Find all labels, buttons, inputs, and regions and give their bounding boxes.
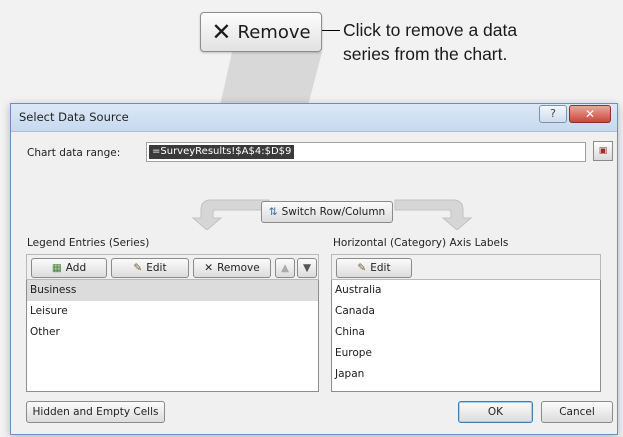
edit-icon: ✎: [357, 262, 367, 274]
callout-remove-button: ✕ Remove: [200, 12, 322, 52]
list-item[interactable]: Business: [27, 280, 318, 301]
add-series-button[interactable]: ▦ Add: [31, 258, 107, 278]
cancel-button[interactable]: Cancel: [541, 401, 613, 423]
ok-button[interactable]: OK: [458, 401, 533, 423]
list-item[interactable]: Other: [27, 322, 318, 343]
hidden-empty-cells-label: Hidden and Empty Cells: [32, 406, 159, 418]
axis-toolbar: ✎ Edit: [331, 254, 601, 280]
add-icon: ▦: [51, 262, 62, 274]
dialog-titlebar: Select Data Source ? ✕: [11, 104, 617, 132]
help-button[interactable]: ?: [539, 105, 567, 123]
list-item[interactable]: Australia: [332, 280, 600, 301]
axis-labels-heading: Horizontal (Category) Axis Labels: [333, 237, 509, 249]
list-item[interactable]: China: [332, 322, 600, 343]
dialog-title: Select Data Source: [19, 110, 129, 124]
hidden-empty-cells-button[interactable]: Hidden and Empty Cells: [26, 401, 165, 423]
edit-axis-label: Edit: [370, 262, 391, 274]
list-item[interactable]: Japan: [332, 364, 600, 385]
move-down-icon[interactable]: ▼: [297, 258, 317, 278]
cancel-label: Cancel: [559, 406, 595, 418]
ok-label: OK: [487, 406, 504, 418]
arrow-right-icon: [394, 199, 473, 230]
remove-series-label: Remove: [217, 262, 260, 274]
list-item[interactable]: Leisure: [27, 301, 318, 322]
close-x-icon: ✕: [211, 18, 232, 46]
collapse-dialog-icon[interactable]: ▣: [593, 141, 613, 161]
chart-range-label: Chart data range:: [27, 147, 121, 159]
remove-icon: ✕: [204, 262, 214, 274]
edit-series-label: Edit: [146, 262, 167, 274]
select-data-source-dialog: Select Data Source ? ✕ Chart data range:…: [10, 103, 618, 435]
list-item[interactable]: Europe: [332, 343, 600, 364]
switch-row-column-button[interactable]: ⇅ Switch Row/Column: [261, 201, 393, 223]
add-series-label: Add: [65, 262, 87, 274]
switch-icon: ⇅: [268, 206, 278, 218]
callout-leader-line: [322, 30, 340, 31]
move-up-icon[interactable]: ▲: [275, 258, 295, 278]
edit-icon: ✎: [133, 262, 143, 274]
close-button[interactable]: ✕: [569, 105, 611, 123]
callout-remove-label: Remove: [237, 21, 311, 43]
legend-toolbar: ▦ Add ✎ Edit ✕ Remove ▲ ▼: [26, 254, 319, 280]
chart-range-input[interactable]: =SurveyResults!$A$4:$D$9: [146, 142, 586, 162]
callout-text: Click to remove a data series from the c…: [343, 18, 623, 66]
chart-range-value: =SurveyResults!$A$4:$D$9: [149, 145, 295, 159]
edit-axis-button[interactable]: ✎ Edit: [336, 258, 412, 278]
arrow-left-icon: [191, 199, 270, 230]
edit-series-button[interactable]: ✎ Edit: [111, 258, 189, 278]
switch-row-column-label: Switch Row/Column: [281, 206, 386, 218]
callout-text-line1: Click to remove a data: [343, 20, 518, 40]
legend-entries-list: Business Leisure Other: [26, 280, 319, 392]
legend-entries-heading: Legend Entries (Series): [27, 237, 150, 249]
callout-text-line2: series from the chart.: [343, 44, 508, 64]
list-item[interactable]: Canada: [332, 301, 600, 322]
axis-labels-list: Australia Canada China Europe Japan: [331, 280, 601, 392]
remove-series-button[interactable]: ✕ Remove: [193, 258, 271, 278]
